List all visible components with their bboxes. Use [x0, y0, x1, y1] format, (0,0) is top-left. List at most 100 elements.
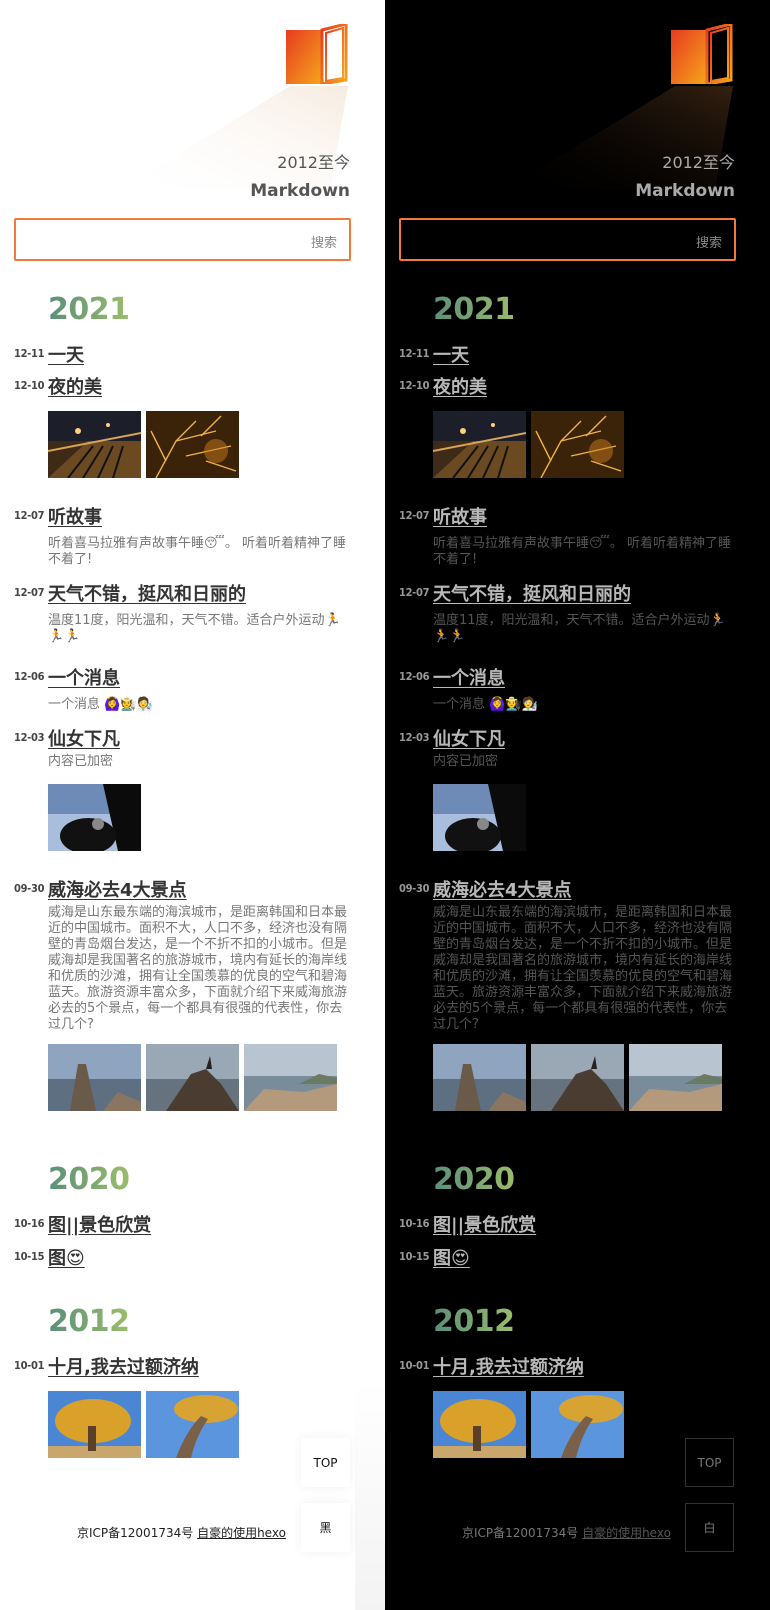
post-excerpt: 一个消息 🙆‍♀️🧑‍🌾🧑‍🔬: [48, 697, 153, 712]
post-title-link[interactable]: 图😍: [433, 1244, 470, 1270]
tagline-years: 2012至今: [277, 153, 350, 172]
post-date: 12-07: [399, 509, 430, 522]
poplar-trunk-photo[interactable]: [531, 1391, 624, 1458]
hexo-link[interactable]: 自豪的使用hexo: [582, 1526, 671, 1540]
search-button[interactable]: 搜索: [696, 232, 722, 251]
sky-window-photo[interactable]: [433, 784, 526, 851]
search-box: 搜索: [399, 218, 736, 261]
post-title-link[interactable]: 一天: [433, 341, 469, 367]
theme-toggle-light-button[interactable]: 白: [685, 1503, 734, 1552]
door-logo-icon: [671, 24, 733, 84]
night-bridge-photo[interactable]: [433, 411, 526, 478]
night-tree-photo[interactable]: [531, 411, 624, 478]
cliff-photo[interactable]: [531, 1044, 624, 1111]
post-thumbnails: [48, 1391, 239, 1458]
post-excerpt: 一个消息 🙆‍♀️🧑‍🌾🧑‍🔬: [433, 697, 538, 712]
post-title-link[interactable]: 夜的美: [48, 373, 102, 399]
post-date: 12-07: [14, 586, 45, 599]
post-date: 09-30: [14, 882, 45, 895]
post-date: 09-30: [399, 882, 430, 895]
post-date: 10-15: [14, 1250, 45, 1263]
post-date: 12-07: [14, 509, 45, 522]
coast-photo[interactable]: [629, 1044, 722, 1111]
post-date: 12-10: [399, 379, 430, 392]
footer: 京ICP备12001734号 自豪的使用hexo: [462, 1524, 671, 1541]
post-excerpt: 内容已加密: [433, 754, 499, 769]
tagline-years: 2012至今: [662, 153, 735, 172]
post-date: 12-11: [399, 347, 430, 360]
post-date: 10-16: [14, 1217, 45, 1230]
tagline-sub: Markdown: [250, 181, 350, 201]
post-date: 12-07: [399, 586, 430, 599]
post-title-link[interactable]: 天气不错，挺风和日丽的: [48, 580, 246, 606]
post-date: 10-16: [399, 1217, 430, 1230]
post-excerpt: 威海是山东最东端的海滨城市，是距离韩国和日本最近的中国城市。面积不大，人口不多，…: [48, 905, 348, 1032]
icp-text: 京ICP备12001734号: [462, 1526, 579, 1540]
post-date: 10-01: [14, 1359, 45, 1372]
year-heading: 2021: [48, 292, 130, 327]
back-to-top-button[interactable]: TOP: [301, 1438, 350, 1487]
post-title-link[interactable]: 一个消息: [433, 664, 505, 690]
post-date: 12-06: [399, 670, 430, 683]
poplar-tree-photo[interactable]: [433, 1391, 526, 1458]
post-date: 12-11: [14, 347, 45, 360]
post-excerpt: 听着喜马拉雅有声故事午睡😴。 听着听着精神了睡不着了!: [433, 536, 731, 567]
sea-rock-photo[interactable]: [48, 1044, 141, 1111]
search-input[interactable]: [409, 220, 679, 259]
search-input[interactable]: [24, 220, 294, 259]
year-heading: 2012: [433, 1304, 515, 1339]
post-excerpt: 温度11度，阳光温和，天气不错。适合户外运动🏃🏃🏃: [48, 613, 341, 644]
post-excerpt: 温度11度，阳光温和，天气不错。适合户外运动🏃🏃🏃: [433, 613, 726, 644]
post-thumbnails: [48, 784, 141, 851]
post-title-link[interactable]: 十月,我去过额济纳: [48, 1353, 199, 1379]
post-title-link[interactable]: 图😍: [48, 1244, 85, 1270]
post-title-link[interactable]: 一天: [48, 341, 84, 367]
poplar-trunk-photo[interactable]: [146, 1391, 239, 1458]
post-date: 12-06: [14, 670, 45, 683]
post-thumbnails: [433, 1044, 722, 1111]
post-thumbnails: [433, 1391, 624, 1458]
post-thumbnails: [48, 411, 239, 478]
page: 2012至今 Markdown 搜索 2021 12-11 一天 12-10 夜…: [0, 0, 770, 1610]
hexo-link[interactable]: 自豪的使用hexo: [197, 1526, 286, 1540]
post-title-link[interactable]: 仙女下凡: [433, 725, 505, 751]
post-title-link[interactable]: 十月,我去过额济纳: [433, 1353, 584, 1379]
door-logo-icon: [286, 24, 348, 84]
post-date: 12-03: [14, 731, 45, 744]
year-heading: 2021: [433, 292, 515, 327]
post-excerpt: 内容已加密: [48, 754, 114, 769]
post-thumbnails: [433, 411, 624, 478]
post-excerpt: 威海是山东最东端的海滨城市，是距离韩国和日本最近的中国城市。面积不大，人口不多，…: [433, 905, 733, 1032]
post-date: 10-15: [399, 1250, 430, 1263]
post-title-link[interactable]: 听故事: [433, 503, 487, 529]
post-date: 12-10: [14, 379, 45, 392]
post-thumbnails: [433, 784, 526, 851]
year-heading: 2020: [433, 1162, 515, 1197]
back-to-top-button[interactable]: TOP: [685, 1438, 734, 1487]
night-bridge-photo[interactable]: [48, 411, 141, 478]
post-title-link[interactable]: 威海必去4大景点: [433, 876, 572, 902]
post-title-link[interactable]: 仙女下凡: [48, 725, 120, 751]
search-box: 搜索: [14, 218, 351, 261]
side-shadow-decoration: [355, 1380, 385, 1610]
light-theme-panel: 2012至今 Markdown 搜索 2021 12-11 一天 12-10 夜…: [0, 0, 385, 1610]
post-excerpt: 听着喜马拉雅有声故事午睡😴。 听着听着精神了睡不着了!: [48, 536, 346, 567]
cliff-photo[interactable]: [146, 1044, 239, 1111]
post-date: 12-03: [399, 731, 430, 744]
post-title-link[interactable]: 图||景色欣赏: [48, 1211, 151, 1237]
post-title-link[interactable]: 天气不错，挺风和日丽的: [433, 580, 631, 606]
icp-text: 京ICP备12001734号: [77, 1526, 194, 1540]
night-tree-photo[interactable]: [146, 411, 239, 478]
tagline-sub: Markdown: [635, 181, 735, 201]
coast-photo[interactable]: [244, 1044, 337, 1111]
poplar-tree-photo[interactable]: [48, 1391, 141, 1458]
post-title-link[interactable]: 夜的美: [433, 373, 487, 399]
post-title-link[interactable]: 图||景色欣赏: [433, 1211, 536, 1237]
theme-toggle-dark-button[interactable]: 黑: [301, 1503, 350, 1552]
sea-rock-photo[interactable]: [433, 1044, 526, 1111]
post-title-link[interactable]: 一个消息: [48, 664, 120, 690]
post-title-link[interactable]: 威海必去4大景点: [48, 876, 187, 902]
sky-window-photo[interactable]: [48, 784, 141, 851]
post-title-link[interactable]: 听故事: [48, 503, 102, 529]
search-button[interactable]: 搜索: [311, 232, 337, 251]
